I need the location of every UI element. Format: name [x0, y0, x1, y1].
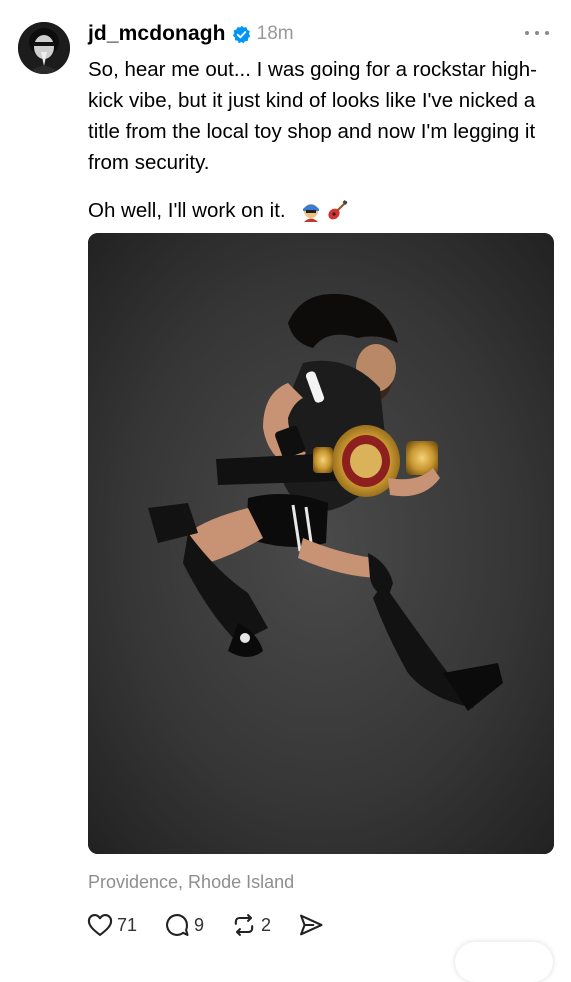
post-actions-bar: 71 9 2	[86, 907, 351, 943]
post-timestamp: 18m	[256, 23, 294, 44]
post-header: jd_mcdonagh 18m	[88, 20, 294, 48]
wrestler-photo	[88, 233, 554, 854]
verified-badge-icon	[232, 25, 250, 43]
comment-count: 9	[194, 914, 205, 935]
avatar[interactable]	[18, 22, 70, 74]
post-body: So, hear me out... I was going for a roc…	[88, 54, 558, 226]
share-button[interactable]	[297, 911, 325, 939]
post-location[interactable]: Providence, Rhode Island	[88, 872, 294, 893]
heart-icon	[87, 914, 113, 936]
ellipsis-dot	[545, 31, 549, 35]
repost-count: 2	[261, 914, 272, 935]
post-photo[interactable]	[88, 233, 554, 854]
more-options-button[interactable]	[525, 26, 549, 40]
post-text-paragraph: So, hear me out... I was going for a roc…	[88, 58, 537, 174]
like-count: 71	[117, 914, 138, 935]
rockstar-emoji-icon	[302, 203, 319, 222]
ellipsis-dot	[535, 31, 539, 35]
comment-icon	[166, 914, 189, 936]
username[interactable]: jd_mcdonagh	[88, 22, 226, 46]
repost-button[interactable]: 2	[230, 911, 271, 939]
send-icon	[300, 914, 323, 936]
repost-icon	[234, 914, 254, 936]
guitar-emoji-icon	[327, 199, 348, 219]
ellipsis-dot	[525, 31, 529, 35]
post-text-line: Oh well, I'll work on it.	[88, 199, 286, 222]
comment-button[interactable]: 9	[163, 911, 204, 939]
avatar-image	[18, 22, 70, 74]
like-button[interactable]: 71	[86, 911, 137, 939]
post-text-paragraph-2: Oh well, I'll work on it.	[88, 195, 558, 226]
floating-action-pill[interactable]	[455, 942, 553, 982]
